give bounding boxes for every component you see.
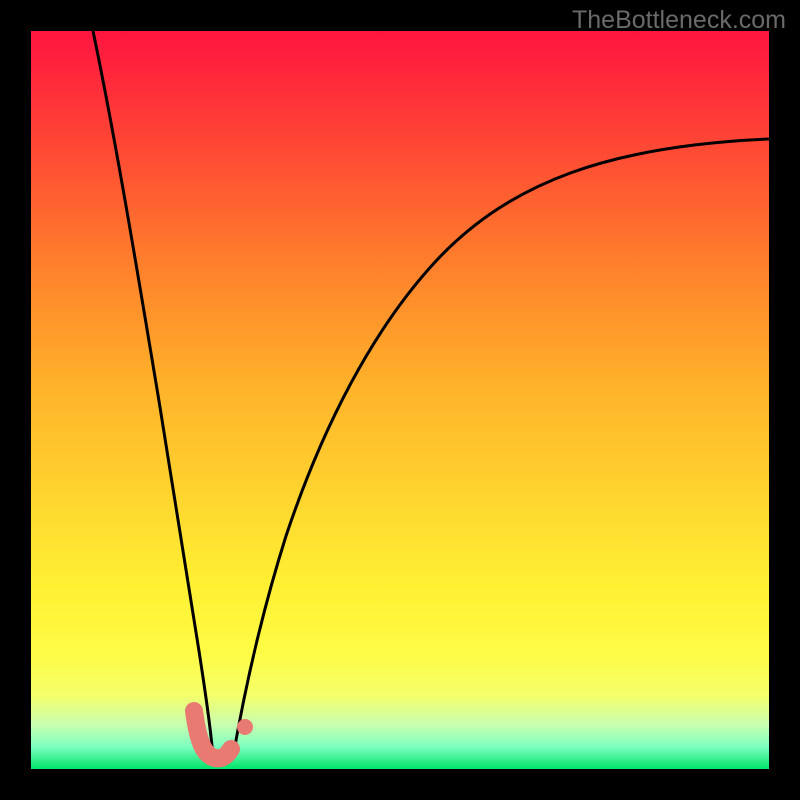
marker-right-dot <box>237 719 253 735</box>
left-curve <box>93 31 213 757</box>
curves-layer <box>31 31 769 769</box>
plot-area <box>31 31 769 769</box>
watermark-text: TheBottleneck.com <box>572 6 786 35</box>
marker-left-thick <box>194 711 231 758</box>
right-curve <box>233 139 769 757</box>
